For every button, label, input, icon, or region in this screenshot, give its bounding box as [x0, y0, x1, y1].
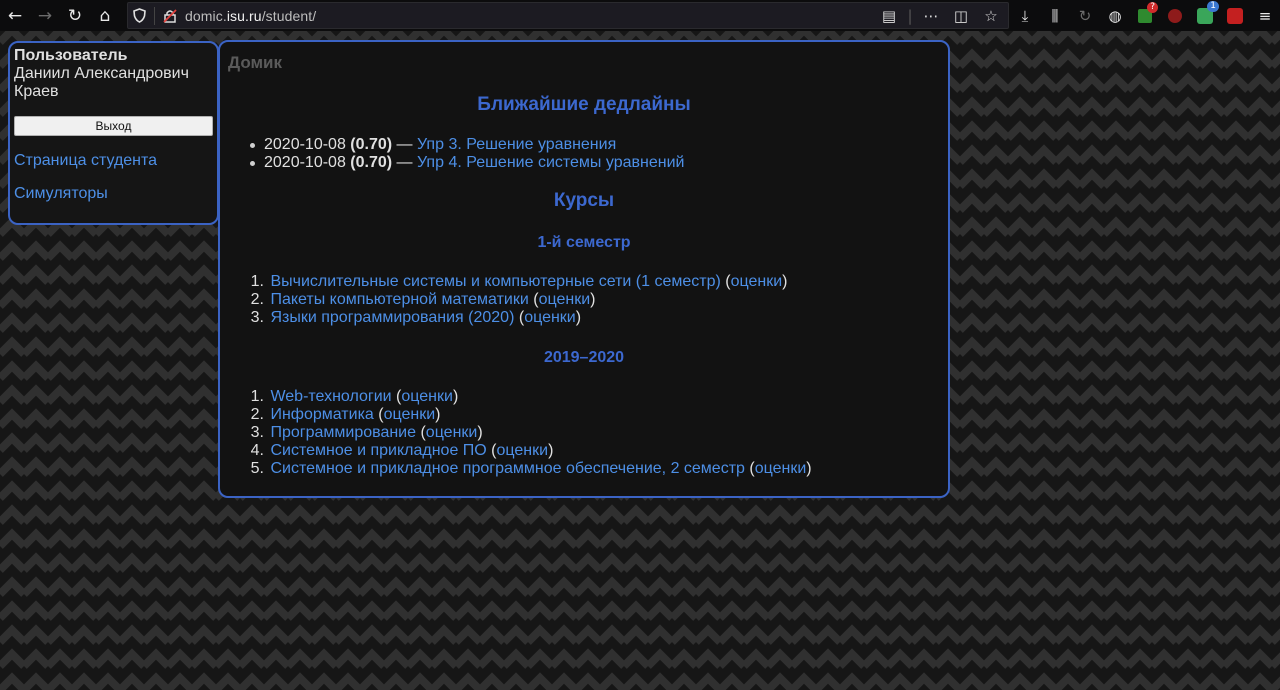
- course-item: 2. Информатика (оценки): [246, 406, 812, 424]
- course-item: 3. Программирование (оценки): [246, 424, 812, 442]
- deadline-dash: —: [392, 154, 417, 171]
- course-link[interactable]: Системное и прикладное программное обесп…: [270, 460, 744, 477]
- course-item: 1. Web-технологии (оценки): [246, 388, 812, 406]
- semester-2-course-list: 1. Web-технологии (оценки) 2. Информатик…: [246, 388, 812, 478]
- globe-icon[interactable]: ◍: [1100, 0, 1130, 31]
- deadlines-heading: Ближайшие дедлайны: [477, 94, 691, 115]
- course-link[interactable]: Языки программирования (2020): [270, 309, 514, 326]
- user-name-line2: Краев: [14, 83, 59, 100]
- deadline-date: 2020-10-08: [264, 154, 346, 171]
- logout-button[interactable]: Выход: [14, 116, 213, 136]
- course-link[interactable]: Пакеты компьютерной математики: [270, 291, 528, 308]
- url-separator: |: [907, 6, 913, 25]
- courses-heading: Курсы: [553, 190, 615, 211]
- course-link[interactable]: Информатика: [270, 406, 373, 423]
- deadline-link[interactable]: Упр 3. Решение уравнения: [417, 136, 616, 153]
- breadcrumb: Домик: [228, 53, 283, 72]
- browser-toolbar: ← → ↻ ⌂ domic.isu.ru/student/ ▤ | ⋯ ◫ ☆ …: [0, 0, 1280, 31]
- deadline-weight: (0.70): [350, 136, 393, 153]
- semester-heading: 1-й семестр: [537, 234, 631, 251]
- download-icon[interactable]: ⤓: [1010, 0, 1040, 31]
- reload-icon[interactable]: ↻: [60, 0, 90, 31]
- user-name-line1: Даниил Александрович: [14, 65, 189, 82]
- grades-link[interactable]: оценки: [539, 291, 591, 308]
- toolbar-right: ⤓ ⫼ ↻ ◍ ? 1 ≡: [1010, 0, 1280, 31]
- course-number: 4.: [250, 442, 264, 459]
- user-heading: Пользователь: [14, 47, 128, 64]
- grades-link[interactable]: оценки: [401, 388, 453, 405]
- forward-arrow-icon[interactable]: →: [30, 0, 60, 31]
- course-number: 1.: [250, 273, 264, 290]
- student-page-link[interactable]: Страница студента: [14, 152, 213, 170]
- course-link[interactable]: Вычислительные системы и компьютерные се…: [270, 273, 720, 290]
- course-number: 5.: [250, 460, 264, 477]
- download-helper-extension-icon[interactable]: ?: [1130, 0, 1160, 31]
- course-number: 2.: [250, 291, 264, 308]
- extension-badge: ?: [1147, 1, 1158, 13]
- course-item: 2. Пакеты компьютерной математики (оценк…: [246, 291, 787, 309]
- address-bar[interactable]: domic.isu.ru/student/ ▤ | ⋯ ◫ ☆: [127, 2, 1009, 29]
- page-actions-icon[interactable]: ⋯: [918, 7, 944, 25]
- course-number: 3.: [250, 309, 264, 326]
- url-actions: ▤ | ⋯ ◫ ☆: [876, 3, 1004, 28]
- deadline-item: 2020-10-08 (0.70) — Упр 3. Решение уравн…: [249, 136, 684, 154]
- grades-link[interactable]: оценки: [426, 424, 478, 441]
- course-number: 3.: [250, 424, 264, 441]
- deadline-dash: —: [392, 136, 417, 153]
- home-icon[interactable]: ⌂: [90, 0, 120, 31]
- insecure-lock-icon[interactable]: [159, 5, 181, 27]
- library-icon[interactable]: ⫼: [1040, 0, 1070, 31]
- grades-link[interactable]: оценки: [497, 442, 549, 459]
- course-item: 3. Языки программирования (2020) (оценки…: [246, 309, 787, 327]
- pocket-icon[interactable]: ◫: [948, 7, 974, 25]
- grades-link[interactable]: оценки: [755, 460, 807, 477]
- sync-icon[interactable]: ↻: [1070, 0, 1100, 31]
- url-text[interactable]: domic.isu.ru/student/: [185, 8, 316, 24]
- menu-icon[interactable]: ≡: [1250, 0, 1280, 31]
- deadline-item: 2020-10-08 (0.70) — Упр 4. Решение систе…: [249, 154, 684, 172]
- deadline-date: 2020-10-08: [264, 136, 346, 153]
- simulators-link[interactable]: Симуляторы: [14, 185, 213, 203]
- pdf-extension-icon[interactable]: [1220, 0, 1250, 31]
- deadlines-list: 2020-10-08 (0.70) — Упр 3. Решение уравн…: [249, 136, 684, 172]
- ublock-icon[interactable]: [1160, 0, 1190, 31]
- url-divider: [154, 6, 155, 25]
- deadline-weight: (0.70): [350, 154, 393, 171]
- bookmark-star-icon[interactable]: ☆: [978, 7, 1004, 25]
- course-number: 2.: [250, 406, 264, 423]
- course-number: 1.: [250, 388, 264, 405]
- course-link[interactable]: Системное и прикладное ПО: [270, 442, 486, 459]
- user-sidebar: Пользователь Даниил Александрович Краев …: [8, 41, 219, 225]
- grades-link[interactable]: оценки: [524, 309, 576, 326]
- course-link[interactable]: Программирование: [270, 424, 416, 441]
- semester-1-course-list: 1. Вычислительные системы и компьютерные…: [246, 273, 788, 327]
- course-item: 4. Системное и прикладное ПО (оценки): [246, 442, 812, 460]
- shield-icon[interactable]: [128, 5, 150, 27]
- course-item: 5. Системное и прикладное программное об…: [246, 460, 812, 478]
- course-link[interactable]: Web-технологии: [270, 388, 391, 405]
- reader-view-icon[interactable]: ▤: [876, 7, 902, 25]
- extension-badge-count: 1: [1207, 0, 1219, 12]
- main-panel: Домик Ближайшие дедлайны 2020-10-08 (0.7…: [218, 40, 950, 498]
- course-item: 1. Вычислительные системы и компьютерные…: [246, 273, 788, 291]
- semester-heading: 2019–2020: [543, 349, 625, 366]
- grades-link[interactable]: оценки: [731, 273, 783, 290]
- back-arrow-icon[interactable]: ←: [0, 0, 30, 31]
- deadline-link[interactable]: Упр 4. Решение системы уравнений: [417, 154, 684, 171]
- grades-link[interactable]: оценки: [384, 406, 436, 423]
- s-extension-icon[interactable]: 1: [1190, 0, 1220, 31]
